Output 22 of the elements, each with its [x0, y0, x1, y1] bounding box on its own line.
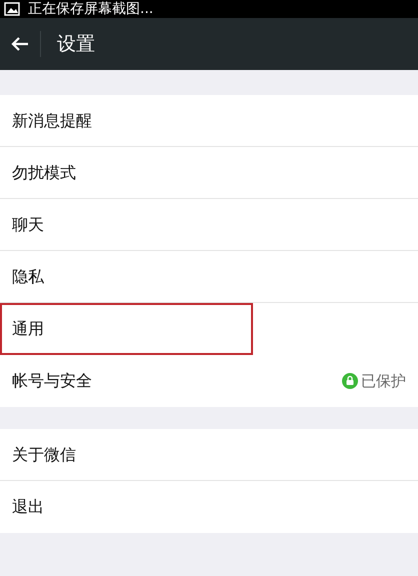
item-label: 退出: [12, 496, 44, 518]
item-label: 勿扰模式: [12, 162, 76, 184]
image-icon: [4, 2, 20, 16]
item-label: 聊天: [12, 214, 44, 236]
notification-text: 正在保存屏幕截图...: [28, 2, 154, 16]
settings-item[interactable]: 勿扰模式: [0, 147, 418, 199]
item-label: 通用: [12, 318, 44, 340]
status-text: 已保护: [361, 370, 406, 392]
settings-item[interactable]: 关于微信: [0, 429, 418, 481]
header-title: 设置: [57, 32, 95, 57]
settings-item[interactable]: 隐私: [0, 251, 418, 303]
settings-item[interactable]: 新消息提醒: [0, 95, 418, 147]
item-label: 关于微信: [12, 444, 76, 466]
lock-icon: [342, 373, 358, 389]
settings-item[interactable]: 通用: [0, 303, 253, 355]
item-label: 帐号与安全: [12, 370, 92, 392]
settings-item[interactable]: 聊天: [0, 199, 418, 251]
item-label: 隐私: [12, 266, 44, 288]
item-label: 新消息提醒: [12, 110, 92, 132]
settings-item[interactable]: 帐号与安全 已保护: [0, 355, 418, 407]
settings-item[interactable]: 退出: [0, 481, 418, 533]
back-arrow-icon: [11, 36, 29, 52]
